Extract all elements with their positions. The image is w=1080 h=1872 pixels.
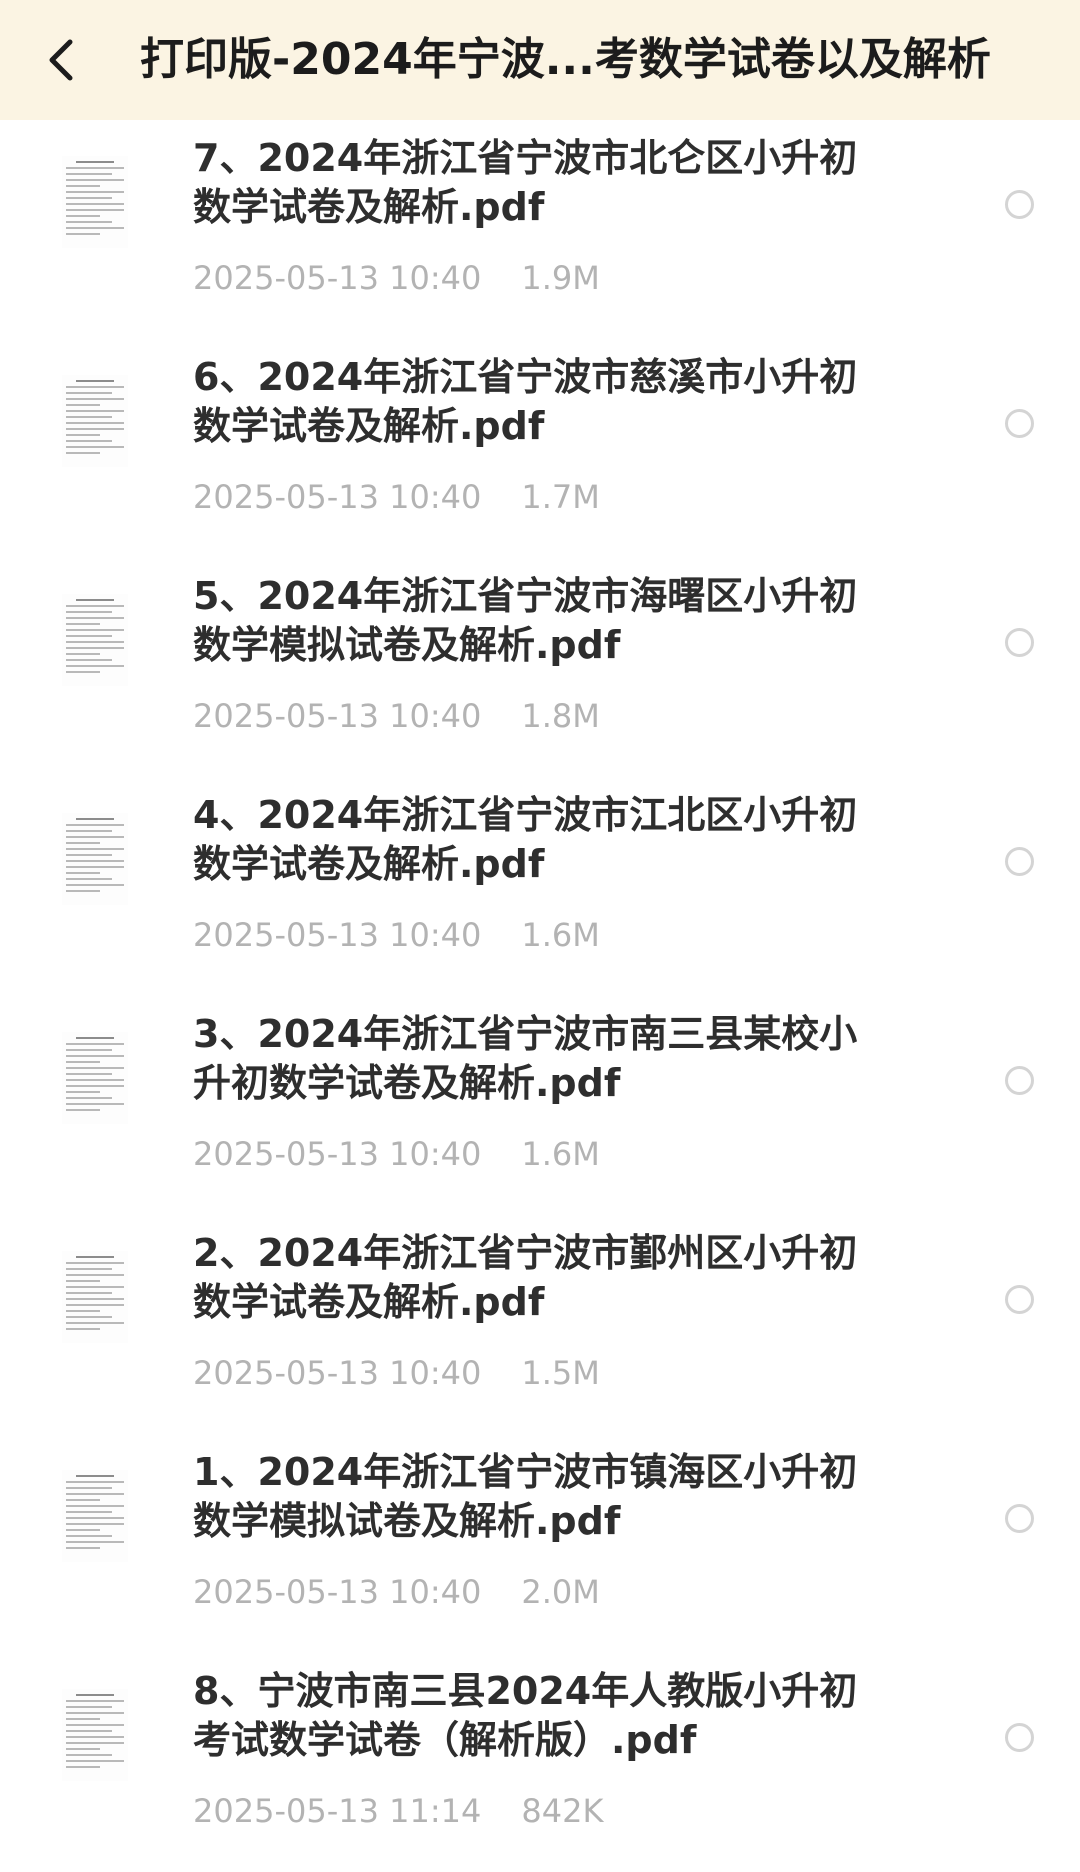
pdf-thumbnail-icon [62,1470,128,1562]
file-row[interactable]: 4、2024年浙江省宁波市江北区小升初数学试卷及解析.pdf 2025-05-13… [0,777,1080,996]
pdf-thumbnail-icon [62,156,128,248]
select-radio[interactable] [1005,1504,1034,1533]
file-name: 1、2024年浙江省宁波市镇海区小升初数学模拟试卷及解析.pdf [193,1450,858,1543]
file-date: 2025-05-13 10:40 [193,1135,482,1173]
file-name: 3、2024年浙江省宁波市南三县某校小升初数学试卷及解析.pdf [193,1012,858,1105]
file-meta: 2025-05-13 10:40 1.6M [193,915,600,955]
file-row[interactable]: 1、2024年浙江省宁波市镇海区小升初数学模拟试卷及解析.pdf 2025-05-… [0,1434,1080,1653]
file-date: 2025-05-13 10:40 [193,259,482,297]
file-name: 5、2024年浙江省宁波市海曙区小升初数学模拟试卷及解析.pdf [193,574,858,667]
file-row[interactable]: 5、2024年浙江省宁波市海曙区小升初数学模拟试卷及解析.pdf 2025-05-… [0,558,1080,777]
file-date: 2025-05-13 10:40 [193,478,482,516]
select-radio[interactable] [1005,1066,1034,1095]
pdf-thumbnail-icon [62,1689,128,1781]
file-name: 4、2024年浙江省宁波市江北区小升初数学试卷及解析.pdf [193,793,858,886]
select-radio[interactable] [1005,847,1034,876]
select-radio[interactable] [1005,1723,1034,1752]
file-size: 1.6M [521,916,600,954]
file-size: 1.5M [521,1354,600,1392]
pdf-thumbnail-icon [62,594,128,686]
file-row[interactable]: 6、2024年浙江省宁波市慈溪市小升初数学试卷及解析.pdf 2025-05-13… [0,339,1080,558]
select-radio[interactable] [1005,628,1034,657]
chevron-left-icon [49,39,73,81]
file-size: 842K [521,1792,604,1830]
file-meta: 2025-05-13 10:40 1.5M [193,1353,600,1393]
pdf-thumbnail-icon [62,1251,128,1343]
file-name: 8、宁波市南三县2024年人教版小升初考试数学试卷（解析版）.pdf [193,1669,858,1762]
file-date: 2025-05-13 10:40 [193,1573,482,1611]
file-row[interactable]: 3、2024年浙江省宁波市南三县某校小升初数学试卷及解析.pdf 2025-05-… [0,996,1080,1215]
file-size: 1.9M [521,259,600,297]
file-meta: 2025-05-13 11:14 842K [193,1791,603,1831]
file-name: 7、2024年浙江省宁波市北仑区小升初数学试卷及解析.pdf [193,136,858,229]
select-radio[interactable] [1005,190,1034,219]
file-size: 1.7M [521,478,600,516]
file-meta: 2025-05-13 10:40 2.0M [193,1572,600,1612]
file-name: 2、2024年浙江省宁波市鄞州区小升初数学试卷及解析.pdf [193,1231,858,1324]
back-button[interactable] [32,30,92,90]
pdf-thumbnail-icon [62,1032,128,1124]
file-meta: 2025-05-13 10:40 1.8M [193,696,600,736]
file-date: 2025-05-13 10:40 [193,1354,482,1392]
top-bar: 打印版-2024年宁波...考数学试卷以及解析 [0,0,1080,120]
file-meta: 2025-05-13 10:40 1.9M [193,258,600,298]
file-row[interactable]: 7、2024年浙江省宁波市北仑区小升初数学试卷及解析.pdf 2025-05-13… [0,120,1080,339]
file-date: 2025-05-13 11:14 [193,1792,482,1830]
file-list: 7、2024年浙江省宁波市北仑区小升初数学试卷及解析.pdf 2025-05-13… [0,120,1080,1872]
file-date: 2025-05-13 10:40 [193,916,482,954]
select-radio[interactable] [1005,1285,1034,1314]
file-name: 6、2024年浙江省宁波市慈溪市小升初数学试卷及解析.pdf [193,355,858,448]
page-title: 打印版-2024年宁波...考数学试卷以及解析 [140,34,991,85]
file-size: 1.6M [521,1135,600,1173]
file-meta: 2025-05-13 10:40 1.6M [193,1134,600,1174]
select-radio[interactable] [1005,409,1034,438]
file-meta: 2025-05-13 10:40 1.7M [193,477,600,517]
pdf-thumbnail-icon [62,375,128,467]
file-row[interactable]: 2、2024年浙江省宁波市鄞州区小升初数学试卷及解析.pdf 2025-05-13… [0,1215,1080,1434]
pdf-thumbnail-icon [62,813,128,905]
file-row[interactable]: 8、宁波市南三县2024年人教版小升初考试数学试卷（解析版）.pdf 2025-0… [0,1653,1080,1872]
file-size: 1.8M [521,697,600,735]
file-size: 2.0M [521,1573,600,1611]
file-date: 2025-05-13 10:40 [193,697,482,735]
